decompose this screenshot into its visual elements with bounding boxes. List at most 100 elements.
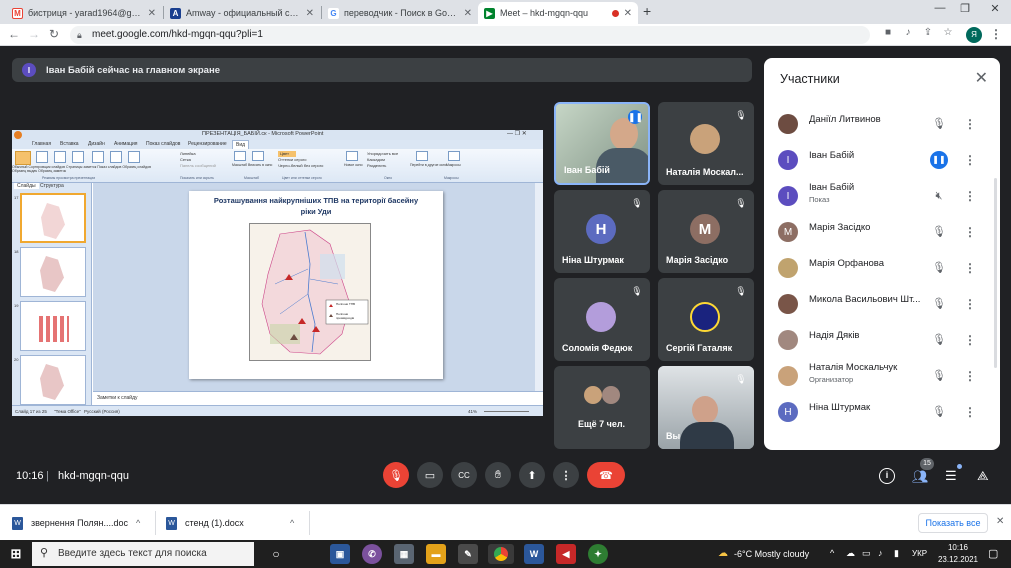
download-item[interactable]: W стенд (1).docx ^ [166, 511, 306, 535]
new-tab-button[interactable]: + [643, 3, 651, 19]
participant-tile[interactable]: М 🎙︎ Марія Засідко [658, 190, 754, 273]
browser-tab-meet[interactable]: ▶ Meet – hkd-mgqn-qqu ✕ [478, 2, 638, 24]
share-icon[interactable]: ⇪ [920, 27, 936, 38]
windows-start-icon[interactable]: ⊞ [6, 544, 26, 564]
people-icon[interactable]: 👥︎ [912, 469, 929, 485]
show-all-downloads-button[interactable]: Показать все [918, 513, 988, 533]
input-language[interactable]: УКР [912, 549, 927, 558]
file-explorer-icon[interactable]: ▬ [426, 544, 446, 564]
bookmark-icon[interactable]: ☆ [940, 27, 956, 38]
app-red-icon[interactable]: ◀ [556, 544, 576, 564]
chevron-up-icon[interactable]: ^ [136, 518, 140, 528]
mic-blocked-icon[interactable]: ♪ [900, 27, 916, 38]
audio-off-icon[interactable]: 🔇︎ [930, 187, 948, 205]
close-icon[interactable]: ✕ [996, 516, 1004, 527]
leave-call-button[interactable]: ☎︎ [587, 462, 625, 488]
speaker-icon[interactable]: ♪ [878, 548, 883, 558]
camera-icon[interactable]: ■ [880, 27, 896, 38]
slide-scrollbar[interactable] [535, 183, 543, 391]
participant-row[interactable]: Даніїл Литвинов 🎙︎ ⋮ [764, 106, 1000, 142]
mic-off-icon[interactable]: 🎙︎ [930, 115, 948, 133]
weather-text[interactable]: -6°C Mostly cloudy [734, 549, 809, 559]
mic-off-icon[interactable]: 🎙︎ [930, 259, 948, 277]
battery-icon[interactable]: ▮ [894, 548, 899, 559]
calculator-icon[interactable]: ▦ [394, 544, 414, 564]
more-options-icon[interactable]: ⋮ [964, 259, 976, 277]
download-item[interactable]: W звернення Полян....doc ^ [12, 511, 152, 535]
captions-button[interactable]: CC [451, 462, 477, 488]
network-icon[interactable]: ▭ [862, 548, 871, 559]
cloud-icon[interactable]: ☁ [846, 548, 855, 559]
participant-row[interactable]: Н Ніна Штурмак 🎙︎ ⋮ [764, 394, 1000, 430]
participant-tile[interactable]: 🎙︎ Соломія Федюк [554, 278, 650, 361]
restore-icon[interactable]: ❐ [953, 2, 977, 15]
chevron-up-icon[interactable]: ^ [290, 518, 294, 528]
participant-tile[interactable]: Н 🎙︎ Ніна Штурмак [554, 190, 650, 273]
url-field[interactable]: 🔒︎ meet.google.com/hkd-mgqn-qqu?pli=1 [70, 26, 870, 44]
more-participants-tile[interactable]: Ещё 7 чел. [554, 366, 650, 449]
activities-icon[interactable]: ⟁ [977, 468, 989, 484]
save-icon[interactable]: ▣ [330, 544, 350, 564]
more-options-icon[interactable]: ⋮ [964, 403, 976, 421]
chevron-up-icon[interactable]: ^ [830, 548, 834, 558]
raise-hand-button[interactable]: ✋︎ [485, 462, 511, 488]
reload-icon[interactable]: ↻ [46, 27, 62, 41]
participant-row[interactable]: І Іван Бабій ❚❚ ⋮ [764, 142, 1000, 178]
more-options-icon[interactable]: ⋮ [964, 295, 976, 313]
camera-toggle-button[interactable]: ▭ [417, 462, 443, 488]
participant-tile[interactable]: 🎙︎ Сергій Гаталяк [658, 278, 754, 361]
participant-row[interactable]: Микола Васильович Шт... 🎙︎ ⋮ [764, 286, 1000, 322]
app-green-icon[interactable]: ✦ [588, 544, 608, 564]
notes-pane[interactable]: Заметки к слайду [93, 391, 543, 405]
close-icon[interactable]: ✕ [306, 8, 314, 19]
clock-date[interactable]: 23.12.2021 [934, 555, 982, 564]
info-icon[interactable]: i [879, 468, 895, 484]
close-icon[interactable]: ✕ [975, 68, 988, 88]
more-options-button[interactable]: ⋮ [553, 462, 579, 488]
speaking-icon[interactable]: ❚❚ [930, 151, 948, 169]
profile-avatar[interactable]: Я [966, 27, 982, 43]
close-icon[interactable]: ✕ [464, 8, 472, 19]
close-window-icon[interactable]: ✕ [983, 2, 1007, 15]
participant-row[interactable]: Надія Дяків 🎙︎ ⋮ [764, 322, 1000, 358]
taskbar-search[interactable]: ⚲ Введите здесь текст для поиска [32, 542, 254, 566]
participant-row[interactable]: М Марія Засідко 🎙︎ ⋮ [764, 214, 1000, 250]
minimize-icon[interactable]: — [928, 2, 952, 14]
back-icon[interactable]: ← [6, 27, 22, 41]
mic-off-icon[interactable]: 🎙︎ [930, 367, 948, 385]
more-options-icon[interactable]: ⋮ [964, 151, 976, 169]
more-options-icon[interactable]: ⋮ [964, 223, 976, 241]
present-button[interactable]: ⬆ [519, 462, 545, 488]
participant-row[interactable]: І Іван Бабій Показ 🔇︎ ⋮ [764, 178, 1000, 214]
close-icon[interactable]: ✕ [624, 8, 632, 19]
participant-tile[interactable]: ❚❚ Іван Бабій [554, 102, 650, 185]
close-icon[interactable]: ✕ [148, 8, 156, 19]
mic-off-icon[interactable]: 🎙︎ [930, 295, 948, 313]
browser-tab-gmail[interactable]: M бистриця - yarad1964@gmail.co ✕ [6, 2, 162, 24]
word-icon[interactable]: W [524, 544, 544, 564]
viber-icon[interactable]: ✆ [362, 544, 382, 564]
more-options-icon[interactable]: ⋮ [964, 187, 976, 205]
mic-off-icon[interactable]: 🎙︎ [930, 223, 948, 241]
more-options-icon[interactable]: ⋮ [964, 367, 976, 385]
self-tile[interactable]: 🎙︎ Вы [658, 366, 754, 449]
browser-tab-google[interactable]: G переводчик - Поиск в Google ✕ [322, 2, 478, 24]
participant-tile[interactable]: 🎙︎ Наталія Москал... [658, 102, 754, 185]
mic-toggle-button[interactable]: 🎙︎ [383, 462, 409, 488]
notifications-icon[interactable]: ▢ [988, 547, 998, 560]
chat-icon[interactable]: ☰ [945, 468, 957, 484]
chrome-icon[interactable] [488, 544, 514, 564]
mic-off-icon[interactable]: 🎙︎ [930, 403, 948, 421]
panel-scrollbar[interactable] [994, 178, 997, 368]
menu-icon[interactable]: ⋮ [988, 27, 1004, 41]
more-options-icon[interactable]: ⋮ [964, 115, 976, 133]
more-options-icon[interactable]: ⋮ [964, 331, 976, 349]
clock-time[interactable]: 10:16 [940, 543, 976, 552]
participant-row[interactable]: Наталія Москальчук Организатор 🎙︎ ⋮ [764, 358, 1000, 394]
forward-icon[interactable]: → [26, 27, 42, 41]
app-icon[interactable]: ✎ [458, 544, 478, 564]
participant-row[interactable]: Марія Орфанова 🎙︎ ⋮ [764, 250, 1000, 286]
task-view-icon[interactable]: ○ [266, 544, 286, 564]
mic-off-icon[interactable]: 🎙︎ [930, 331, 948, 349]
browser-tab-amway[interactable]: A Amway - официальный сайт и и ✕ [164, 2, 320, 24]
